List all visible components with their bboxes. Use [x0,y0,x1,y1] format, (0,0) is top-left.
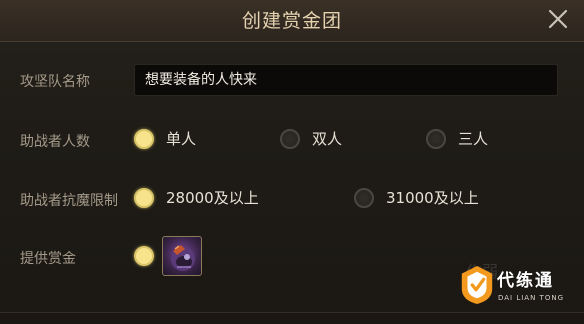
demon-resist-option-28000[interactable]: 28000及以上 [134,187,259,208]
radio-unselected-icon [280,128,300,149]
brand-logo-icon [461,266,493,304]
reward-item-icon[interactable] [162,236,202,276]
option-label: 三人 [458,130,489,148]
radio-unselected-icon [354,187,374,208]
option-label: 单人 [166,130,197,148]
watermark-sub: DAI LIAN TONG [498,294,565,302]
radio-selected-icon [134,246,154,266]
option-label: 28000及以上 [166,189,259,207]
watermark-brand: 代练通 [497,271,554,291]
reward-option[interactable] [134,246,154,266]
close-icon[interactable] [546,7,570,31]
radio-selected-icon [134,187,154,208]
demon-resist-option-31000[interactable]: 31000及以上 [354,187,479,208]
option-label: 双人 [312,130,343,148]
helper-count-option-triple[interactable]: 三人 [426,128,488,149]
radio-selected-icon [134,128,154,149]
helper-count-label: 助战者人数 [20,134,90,150]
team-name-input[interactable]: 想要装备的人快来 [134,64,558,96]
helper-count-option-single[interactable]: 单人 [134,128,196,149]
divider [0,312,584,313]
dialog-title: 创建赏金团 [241,10,342,32]
watermark: 代练通 DAI LIAN TONG [456,258,584,318]
demon-resist-label: 助战者抗魔限制 [20,193,118,209]
team-name-label: 攻坚队名称 [20,74,90,90]
dialog-header: 创建赏金团 [0,0,584,42]
option-label: 31000及以上 [386,189,479,207]
create-bounty-dialog: 创建赏金团 攻坚队名称 想要装备的人快来 助战者人数 单人 双人 三人 助战者抗… [0,0,584,324]
radio-unselected-icon [426,128,446,149]
helper-count-option-double[interactable]: 双人 [280,128,342,149]
reward-label: 提供赏金 [20,251,76,267]
